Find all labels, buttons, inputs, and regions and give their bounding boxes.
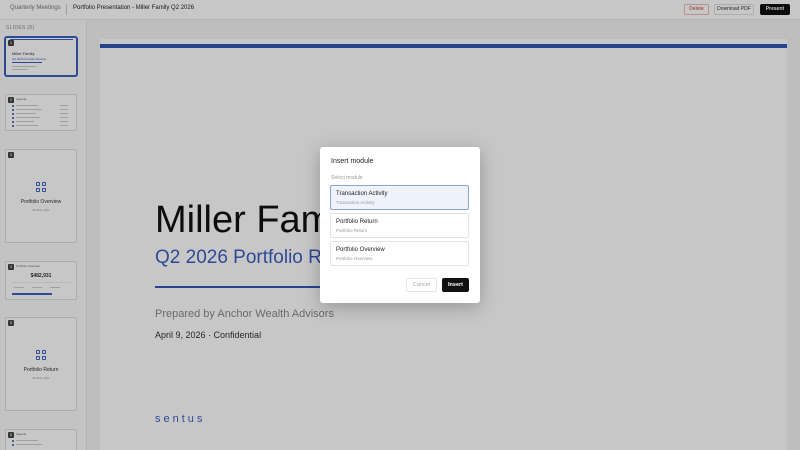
option-description: Portfolio Overview (336, 256, 373, 261)
module-option-portfolio-return[interactable]: Portfolio Return Portfolio Return (330, 213, 469, 238)
insert-button[interactable]: Insert (442, 278, 469, 292)
cancel-button[interactable]: Cancel (406, 278, 437, 292)
dialog-title: Insert module (331, 158, 374, 165)
option-name: Portfolio Return (336, 219, 378, 225)
insert-module-dialog: Insert module Select module Transaction … (320, 147, 480, 303)
option-description: Transaction Activity (336, 200, 375, 205)
option-description: Portfolio Return (336, 228, 368, 233)
select-module-label: Select module (331, 175, 363, 181)
option-name: Portfolio Overview (336, 247, 385, 253)
option-name: Transaction Activity (336, 191, 388, 197)
module-option-portfolio-overview[interactable]: Portfolio Overview Portfolio Overview (330, 241, 469, 266)
module-option-transaction-activity[interactable]: Transaction Activity Transaction Activit… (330, 185, 469, 210)
